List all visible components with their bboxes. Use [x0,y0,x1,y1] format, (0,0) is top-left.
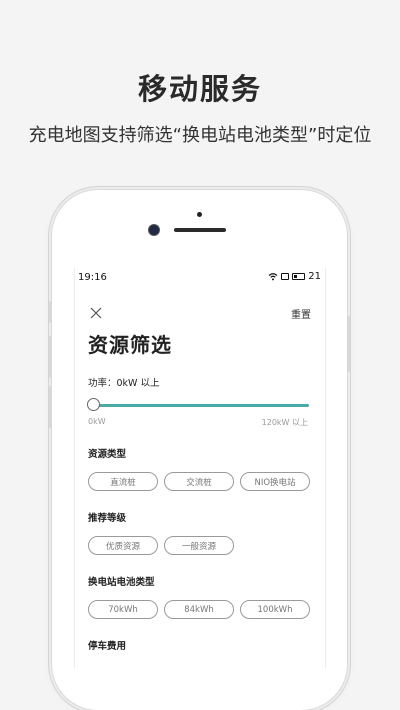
hero-subtitle: 充电地图支持筛选“换电站电池类型”时定位 [28,125,372,146]
close-icon[interactable] [89,306,103,320]
power-label: 功率：0kW 以上 [88,378,160,389]
phone-sensor [197,212,202,217]
chip-dc-charger[interactable]: 直流桩 [88,472,158,491]
chip-ac-charger[interactable]: 交流桩 [164,472,234,491]
chip-general-resource[interactable]: 一般资源 [164,536,234,555]
chip-premium-resource[interactable]: 优质资源 [88,536,158,555]
battery-type-options: 70kWh 84kWh 100kWh [88,600,310,619]
screen-record-icon [281,273,290,280]
recommend-options: 优质资源 一般资源 [88,536,234,555]
phone-mute-switch [49,301,52,323]
phone-volume-up-button [49,336,52,378]
phone-speaker [174,228,226,232]
parking-fee-label: 停车费用 [88,641,127,652]
slider-min-label: 0kW [88,417,106,426]
resource-type-label: 资源类型 [88,449,127,460]
phone-screen: 19:16 21 重置 资源筛选 功率：0kW 以上 0kW 120kW 以上 … [75,268,325,668]
page-title: 资源筛选 [88,333,172,357]
recommend-label: 推荐等级 [88,513,127,524]
battery-type-label: 换电站电池类型 [88,577,155,588]
phone-power-button [347,316,350,372]
status-icons: 21 [268,271,321,282]
power-slider-handle[interactable] [87,398,100,411]
slider-max-label: 120kW 以上 [261,418,308,427]
chip-84kwh[interactable]: 84kWh [164,600,234,619]
reset-button[interactable]: 重置 [291,306,311,321]
chip-nio-swap-station[interactable]: NIO换电站 [240,472,310,491]
chip-100kwh[interactable]: 100kWh [240,600,310,619]
battery-icon [292,273,306,280]
phone-volume-down-button [49,386,52,428]
status-time: 19:16 [78,272,107,283]
phone-camera [149,225,159,235]
wifi-icon [268,273,278,281]
chip-70kwh[interactable]: 70kWh [88,600,158,619]
hero-title: 移动服务 [137,72,262,106]
resource-type-options: 直流桩 交流桩 NIO换电站 [88,472,310,491]
power-slider-track[interactable] [94,404,309,407]
battery-level: 21 [308,271,321,282]
